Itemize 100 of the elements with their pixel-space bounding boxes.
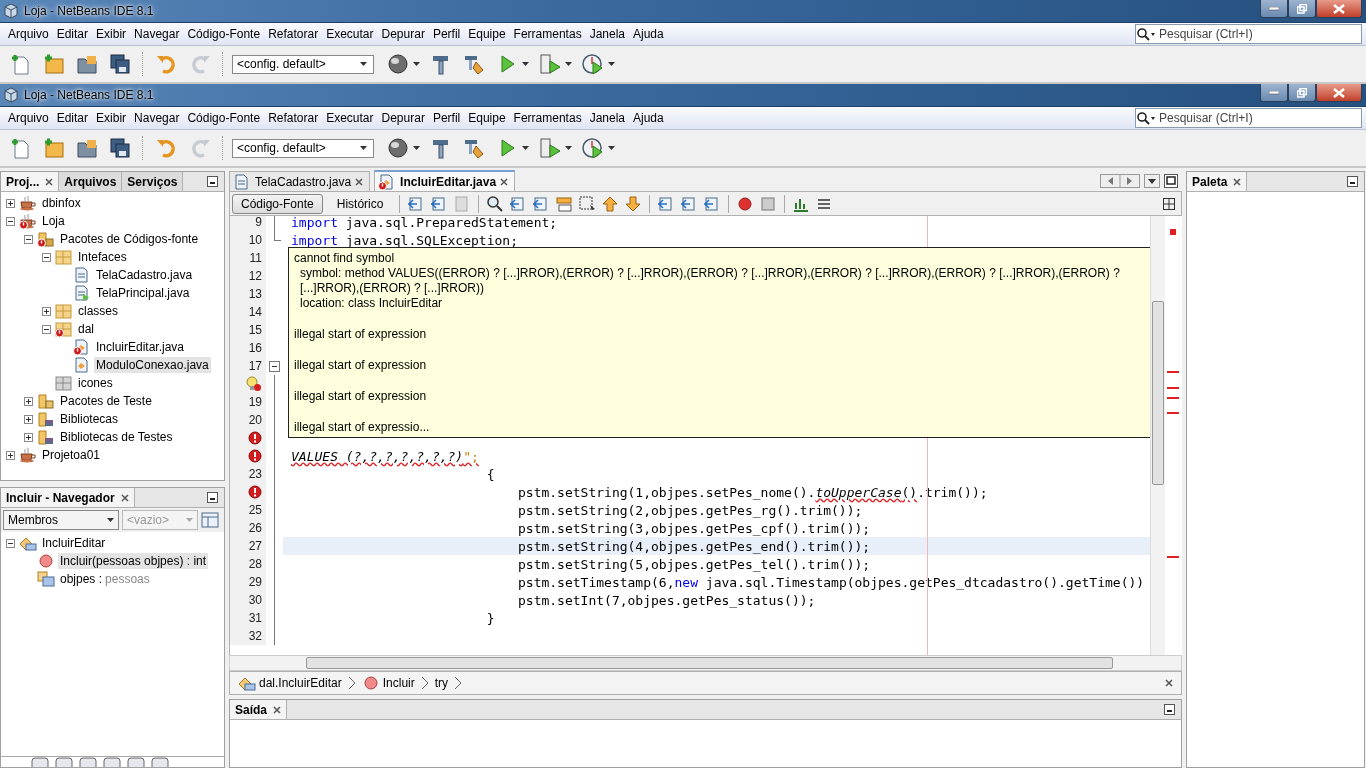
menu-item[interactable]: Navegar — [130, 27, 184, 41]
menu-item[interactable]: Código-Fonte — [183, 27, 265, 41]
filter-toggle-icon[interactable] — [79, 757, 97, 767]
filter-toggle-icon[interactable] — [31, 757, 49, 767]
arrow-down-icon[interactable] — [624, 194, 643, 213]
config-dropdown[interactable]: <config. default> — [232, 54, 374, 74]
error-icon[interactable] — [248, 431, 262, 445]
tree-item[interactable]: ModuloConexao.java — [94, 357, 211, 373]
tree-item[interactable]: Incluir(pessoas objpes) : int — [58, 553, 209, 569]
search-field[interactable]: Pesquisar (Ctrl+I) — [1135, 24, 1362, 44]
breadcrumb[interactable]: Incluir — [361, 675, 415, 691]
menu-item[interactable]: Perfil — [428, 27, 465, 41]
highlight-icon[interactable] — [555, 194, 574, 213]
tab-scroll-icon[interactable] — [1100, 174, 1140, 188]
menu-item[interactable]: Refatorar — [264, 111, 323, 125]
filter-toggle-icon[interactable] — [103, 757, 121, 767]
panel-tab[interactable]: Serviços — [122, 172, 184, 191]
search-field[interactable]: Pesquisar (Ctrl+I) — [1135, 108, 1362, 128]
tab-list-icon[interactable] — [1144, 174, 1160, 188]
vertical-scrollbar[interactable] — [1150, 216, 1165, 655]
tree-item[interactable]: Bibliotecas de Testes — [58, 429, 175, 445]
tree-item[interactable]: Pacotes de Códigos-fonte — [58, 231, 201, 247]
error-icon[interactable] — [248, 485, 262, 499]
menu-item[interactable]: Equipe — [464, 27, 510, 41]
tree-item[interactable]: IncluirEditar — [40, 535, 108, 551]
filter-toggle-icon[interactable] — [151, 757, 169, 767]
expand-icon[interactable] — [23, 414, 33, 424]
menu-item[interactable]: Ajuda — [629, 111, 668, 125]
menu-item[interactable]: Exibir — [92, 111, 131, 125]
filter-dropdown[interactable]: Membros — [3, 510, 119, 530]
arrow-up-icon[interactable] — [601, 194, 620, 213]
menu-item[interactable]: Perfil — [428, 111, 465, 125]
menu-item[interactable]: Depurar — [377, 111, 429, 125]
minimize-button[interactable] — [1260, 0, 1288, 18]
menu-item[interactable]: Arquivo — [4, 27, 53, 41]
tree-item[interactable]: classes — [76, 303, 120, 319]
menu-item[interactable]: Ajuda — [629, 27, 668, 41]
menu-item[interactable]: Equipe — [464, 111, 510, 125]
close-icon[interactable] — [355, 177, 364, 186]
panel-tab[interactable]: Paleta — [1187, 172, 1248, 191]
menu-item[interactable]: Ferramentas — [509, 111, 586, 125]
menu-item[interactable]: Executar — [322, 27, 378, 41]
minimize-icon[interactable] — [1347, 176, 1358, 187]
tree-item[interactable]: dbinfox — [40, 195, 83, 211]
error-icon[interactable] — [248, 449, 262, 463]
close-icon[interactable] — [500, 178, 509, 186]
editor-tab[interactable]: IncluirEditar.java — [374, 170, 516, 192]
expand-icon[interactable] — [5, 198, 15, 208]
record-icon[interactable] — [736, 194, 755, 213]
panel-tab[interactable]: Arquivos — [59, 172, 123, 191]
expand-icon[interactable] — [5, 450, 15, 460]
minimize-icon[interactable] — [207, 176, 218, 187]
tree-item[interactable]: Intefaces — [76, 249, 129, 265]
menu-item[interactable]: Ferramentas — [509, 27, 586, 41]
magnifier-icon[interactable] — [486, 194, 505, 213]
view-tab[interactable]: Histórico — [327, 193, 393, 214]
tree-item[interactable]: TelaPrincipal.java — [94, 285, 192, 301]
filter-toggle-icon[interactable] — [55, 757, 73, 767]
breadcrumb[interactable]: try — [434, 676, 449, 690]
menu-item[interactable]: Exibir — [92, 27, 131, 41]
close-button[interactable] — [1316, 84, 1362, 102]
minimize-icon[interactable] — [207, 492, 218, 503]
menu-item[interactable]: Depurar — [377, 27, 429, 41]
menu-item[interactable]: Editar — [52, 111, 93, 125]
panel-tab[interactable]: Proj... — [1, 172, 60, 191]
tree-item[interactable]: Projetoa01 — [40, 447, 103, 463]
tree-item[interactable]: dal — [76, 321, 96, 337]
maximize-icon[interactable] — [1164, 174, 1178, 188]
minimize-icon[interactable] — [1164, 704, 1175, 715]
filter-toggle-icon[interactable] — [127, 757, 145, 767]
breadcrumb[interactable]: dal.IncluirEditar — [238, 675, 342, 691]
lightbulb-error-icon[interactable] — [246, 376, 262, 392]
panel-tab[interactable]: Saída — [230, 700, 287, 719]
collapse-icon[interactable] — [23, 234, 33, 244]
tree-item[interactable]: objpes : pessoas — [58, 571, 152, 587]
tree-item[interactable]: icones — [76, 375, 115, 391]
view-tab[interactable]: Código-Fonte — [232, 193, 323, 214]
tree-item[interactable]: Pacotes de Teste — [58, 393, 154, 409]
menu-item[interactable]: Janela — [585, 27, 629, 41]
menu-item[interactable]: Janela — [585, 111, 629, 125]
menu-item[interactable]: Arquivo — [4, 111, 53, 125]
tree-item[interactable]: IncluirEditar.java — [94, 339, 187, 355]
collapse-icon[interactable] — [5, 216, 15, 226]
panel-tab[interactable]: Incluir - Navegador — [1, 488, 135, 507]
tree-item[interactable]: TelaCadastro.java — [94, 267, 195, 283]
close-icon[interactable] — [120, 493, 129, 502]
collapse-icon[interactable] — [5, 538, 15, 548]
tree-item[interactable]: Loja — [40, 213, 67, 229]
close-icon[interactable] — [1233, 177, 1242, 186]
menu-item[interactable]: Editar — [52, 27, 93, 41]
minimize-button[interactable] — [1260, 84, 1288, 102]
menu-item[interactable]: Código-Fonte — [183, 111, 265, 125]
close-icon[interactable] — [273, 705, 281, 714]
config-dropdown[interactable]: <config. default> — [232, 138, 374, 158]
collapse-icon[interactable] — [41, 324, 51, 334]
panel-layout-icon[interactable] — [201, 511, 219, 529]
split-icon[interactable] — [1163, 197, 1175, 210]
close-icon[interactable] — [1165, 679, 1173, 687]
horizontal-scrollbar[interactable] — [229, 655, 1182, 671]
restore-button[interactable] — [1288, 84, 1316, 102]
